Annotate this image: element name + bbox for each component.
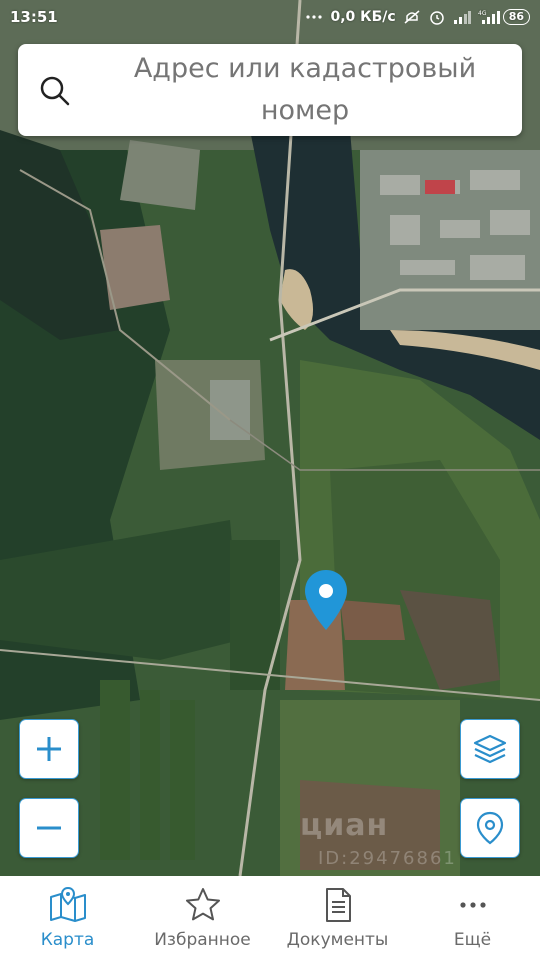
nav-label-documents: Документы: [286, 930, 389, 950]
status-bar: 13:51 0,0 КБ/с 4G 86: [0, 0, 540, 34]
mute-icon: [403, 9, 421, 25]
bottom-navigation: Карта Избранное Документы Ещё: [0, 876, 540, 960]
layers-icon: [473, 734, 507, 764]
signal-4g-icon: 4G: [478, 9, 500, 25]
nav-item-documents[interactable]: Документы: [270, 876, 405, 960]
search-placeholder[interactable]: Адрес или кадастровый номер: [108, 52, 502, 128]
plus-icon: [37, 737, 61, 761]
watermark-logo: циан: [300, 808, 389, 843]
zoom-out-button[interactable]: [19, 798, 79, 858]
nav-item-favorites[interactable]: Избранное: [135, 876, 270, 960]
nav-item-more[interactable]: Ещё: [405, 876, 540, 960]
nav-label-more: Ещё: [453, 930, 492, 950]
network-speed: 0,0 КБ/с: [330, 9, 396, 25]
status-time: 13:51: [10, 8, 58, 26]
star-icon: [183, 885, 223, 925]
more-icon: [453, 885, 493, 925]
more-dots-icon: [305, 9, 323, 25]
battery-indicator: 86: [502, 9, 530, 25]
zoom-in-button[interactable]: [19, 719, 79, 779]
nav-label-favorites: Избранное: [154, 930, 251, 950]
search-icon[interactable]: [38, 74, 72, 108]
watermark-id: ID:29476861: [318, 848, 457, 869]
minus-icon: [37, 826, 61, 830]
nav-label-map: Карта: [40, 930, 95, 950]
alarm-icon: [428, 9, 446, 25]
search-bar[interactable]: Адрес или кадастровый номер: [18, 44, 522, 136]
signal-icon: [453, 9, 471, 25]
my-location-button[interactable]: [460, 798, 520, 858]
nav-item-map[interactable]: Карта: [0, 876, 135, 960]
svg-text:4G: 4G: [478, 10, 487, 17]
location-pin-icon: [476, 811, 504, 845]
map-icon: [48, 885, 88, 925]
document-icon: [318, 885, 358, 925]
layers-button[interactable]: [460, 719, 520, 779]
